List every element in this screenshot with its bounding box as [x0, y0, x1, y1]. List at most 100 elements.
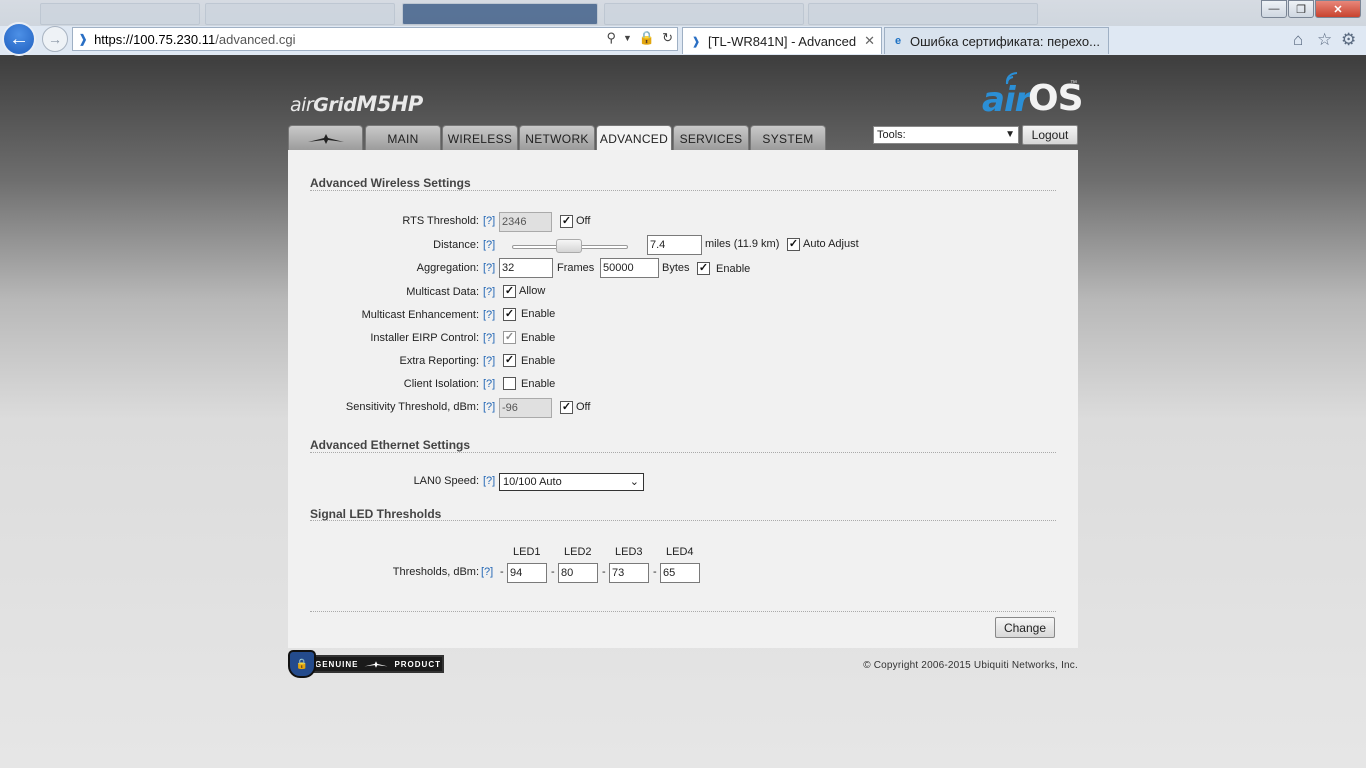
genuine-product-badge: GENUINE PRODUCT 🔒: [288, 650, 446, 678]
installer-eirp-option: Enable: [521, 332, 556, 344]
lan0-speed-help-link[interactable]: [?]: [483, 475, 495, 487]
multicast-enhancement-help-link[interactable]: [?]: [483, 309, 495, 321]
ubiquiti-antenna-icon: [364, 660, 389, 668]
auto-adjust-checkbox[interactable]: ✓: [787, 238, 800, 251]
lan0-speed-select[interactable]: 10/100 Auto ⌄: [499, 473, 644, 491]
tab-advanced[interactable]: ADVANCED: [596, 125, 672, 152]
section-title-ethernet: Advanced Ethernet Settings: [310, 438, 471, 452]
tools-dropdown[interactable]: Tools: ▼: [873, 126, 1019, 144]
tab-advanced[interactable]: ❱ [TL-WR841N] - Advanced ✕: [682, 27, 882, 54]
tab-services[interactable]: SERVICES: [673, 125, 749, 151]
logout-button[interactable]: Logout: [1022, 125, 1078, 145]
rts-threshold-input[interactable]: 2346: [499, 212, 552, 232]
led1-threshold-input[interactable]: 94: [507, 563, 547, 583]
distance-input[interactable]: 7.4: [647, 235, 702, 255]
tab-wireless[interactable]: WIRELESS: [442, 125, 518, 151]
minus-sign: -: [602, 566, 606, 578]
section-divider: [310, 190, 1056, 191]
background-tab[interactable]: [402, 3, 598, 25]
led4-threshold-input[interactable]: 65: [660, 563, 700, 583]
refresh-icon[interactable]: ↻: [662, 30, 673, 46]
frames-label: Frames: [557, 262, 595, 274]
forward-button[interactable]: →: [42, 26, 68, 52]
section-divider: [310, 611, 1056, 612]
sensitivity-off-checkbox[interactable]: ✓: [560, 401, 573, 414]
arrow-left-icon: ←: [9, 27, 29, 50]
airgrid-logo: airGridM5HP: [290, 92, 423, 116]
section-divider: [310, 452, 1056, 453]
settings-gear-icon[interactable]: ⚙: [1341, 30, 1356, 50]
section-title-led: Signal LED Thresholds: [310, 507, 442, 521]
rts-help-link[interactable]: [?]: [483, 215, 495, 227]
arrow-right-icon: →: [48, 31, 62, 47]
tab-ubiquiti-logo[interactable]: [288, 125, 363, 151]
rss-feed-icon: ❱: [691, 35, 701, 48]
tab-main[interactable]: MAIN: [365, 125, 441, 151]
chevron-down-icon: ▼: [1005, 129, 1015, 140]
url-text: https://100.75.230.11/advanced.cgi: [94, 31, 296, 47]
background-tab[interactable]: [40, 3, 200, 25]
client-isolation-label: Client Isolation:: [403, 378, 479, 390]
lan0-speed-label: LAN0 Speed:: [413, 475, 479, 487]
maximize-button[interactable]: ❐: [1288, 0, 1314, 18]
aggregation-enable-checkbox[interactable]: ✓: [697, 262, 710, 275]
led1-header: LED1: [513, 546, 541, 558]
multicast-enhancement-option: Enable: [521, 308, 556, 320]
led2-threshold-input[interactable]: 80: [558, 563, 598, 583]
minus-sign: -: [551, 566, 555, 578]
multicast-enhancement-checkbox[interactable]: ✓: [503, 308, 516, 321]
home-icon[interactable]: ⌂: [1293, 30, 1303, 50]
minimize-button[interactable]: —: [1261, 0, 1287, 18]
advanced-settings-panel: Advanced Wireless Settings RTS Threshold…: [288, 150, 1078, 648]
led3-header: LED3: [615, 546, 643, 558]
background-tab[interactable]: [205, 3, 395, 25]
browser-chrome: — ❐ ✕ ← → ❱ https://100.75.230.11/advanc…: [0, 0, 1366, 56]
sensitivity-help-link[interactable]: [?]: [483, 401, 495, 413]
aggregation-label: Aggregation:: [416, 262, 479, 274]
background-tab[interactable]: [808, 3, 1038, 25]
rts-off-label: Off: [576, 215, 591, 227]
installer-eirp-help-link[interactable]: [?]: [483, 332, 495, 344]
thresholds-label: Thresholds, dBm:: [392, 566, 479, 578]
multicast-data-help-link[interactable]: [?]: [483, 286, 495, 298]
back-button[interactable]: ←: [2, 22, 36, 56]
client-isolation-help-link[interactable]: [?]: [483, 378, 495, 390]
ie-logo-icon: e: [894, 35, 902, 47]
close-tab-icon[interactable]: ✕: [864, 33, 875, 49]
distance-label: Distance:: [433, 239, 479, 251]
led3-threshold-input[interactable]: 73: [609, 563, 649, 583]
extra-reporting-help-link[interactable]: [?]: [483, 355, 495, 367]
distance-slider-handle[interactable]: [556, 239, 582, 253]
led2-header: LED2: [564, 546, 592, 558]
search-icon[interactable]: ⚲: [606, 30, 616, 46]
lock-icon[interactable]: 🔒: [639, 30, 655, 46]
aggregation-help-link[interactable]: [?]: [483, 262, 495, 274]
aggregation-frames-input[interactable]: 32: [499, 258, 553, 278]
change-button[interactable]: Change: [995, 617, 1055, 638]
sensitivity-threshold-input[interactable]: -96: [499, 398, 552, 418]
tab-network[interactable]: NETWORK: [519, 125, 595, 151]
extra-reporting-label: Extra Reporting:: [399, 355, 479, 367]
section-divider: [310, 520, 1056, 521]
auto-adjust-label: Auto Adjust: [803, 238, 859, 250]
copyright-text: © Copyright 2006-2015 Ubiquiti Networks,…: [863, 660, 1078, 671]
sensitivity-off-label: Off: [576, 401, 591, 413]
tab-system[interactable]: SYSTEM: [750, 125, 826, 151]
section-title-wireless: Advanced Wireless Settings: [310, 176, 471, 190]
rts-off-checkbox[interactable]: ✓: [560, 215, 573, 228]
address-bar[interactable]: ❱ https://100.75.230.11/advanced.cgi ⚲ ▼…: [72, 27, 678, 51]
favorites-star-icon[interactable]: ☆: [1317, 30, 1332, 50]
client-isolation-checkbox[interactable]: [503, 377, 516, 390]
background-tab[interactable]: [604, 3, 804, 25]
extra-reporting-option: Enable: [521, 355, 556, 367]
thresholds-help-link[interactable]: [?]: [481, 566, 493, 578]
dropdown-icon[interactable]: ▼: [623, 33, 632, 46]
multicast-data-checkbox[interactable]: ✓: [503, 285, 516, 298]
aggregation-bytes-input[interactable]: 50000: [600, 258, 659, 278]
distance-help-link[interactable]: [?]: [483, 239, 495, 251]
extra-reporting-checkbox[interactable]: ✓: [503, 354, 516, 367]
chevron-down-icon: ⌄: [629, 476, 639, 488]
close-window-button[interactable]: ✕: [1315, 0, 1361, 18]
tab-certificate-error[interactable]: e Ошибка сертификата: перехо...: [884, 27, 1109, 54]
ubiquiti-antenna-icon: [307, 133, 344, 144]
